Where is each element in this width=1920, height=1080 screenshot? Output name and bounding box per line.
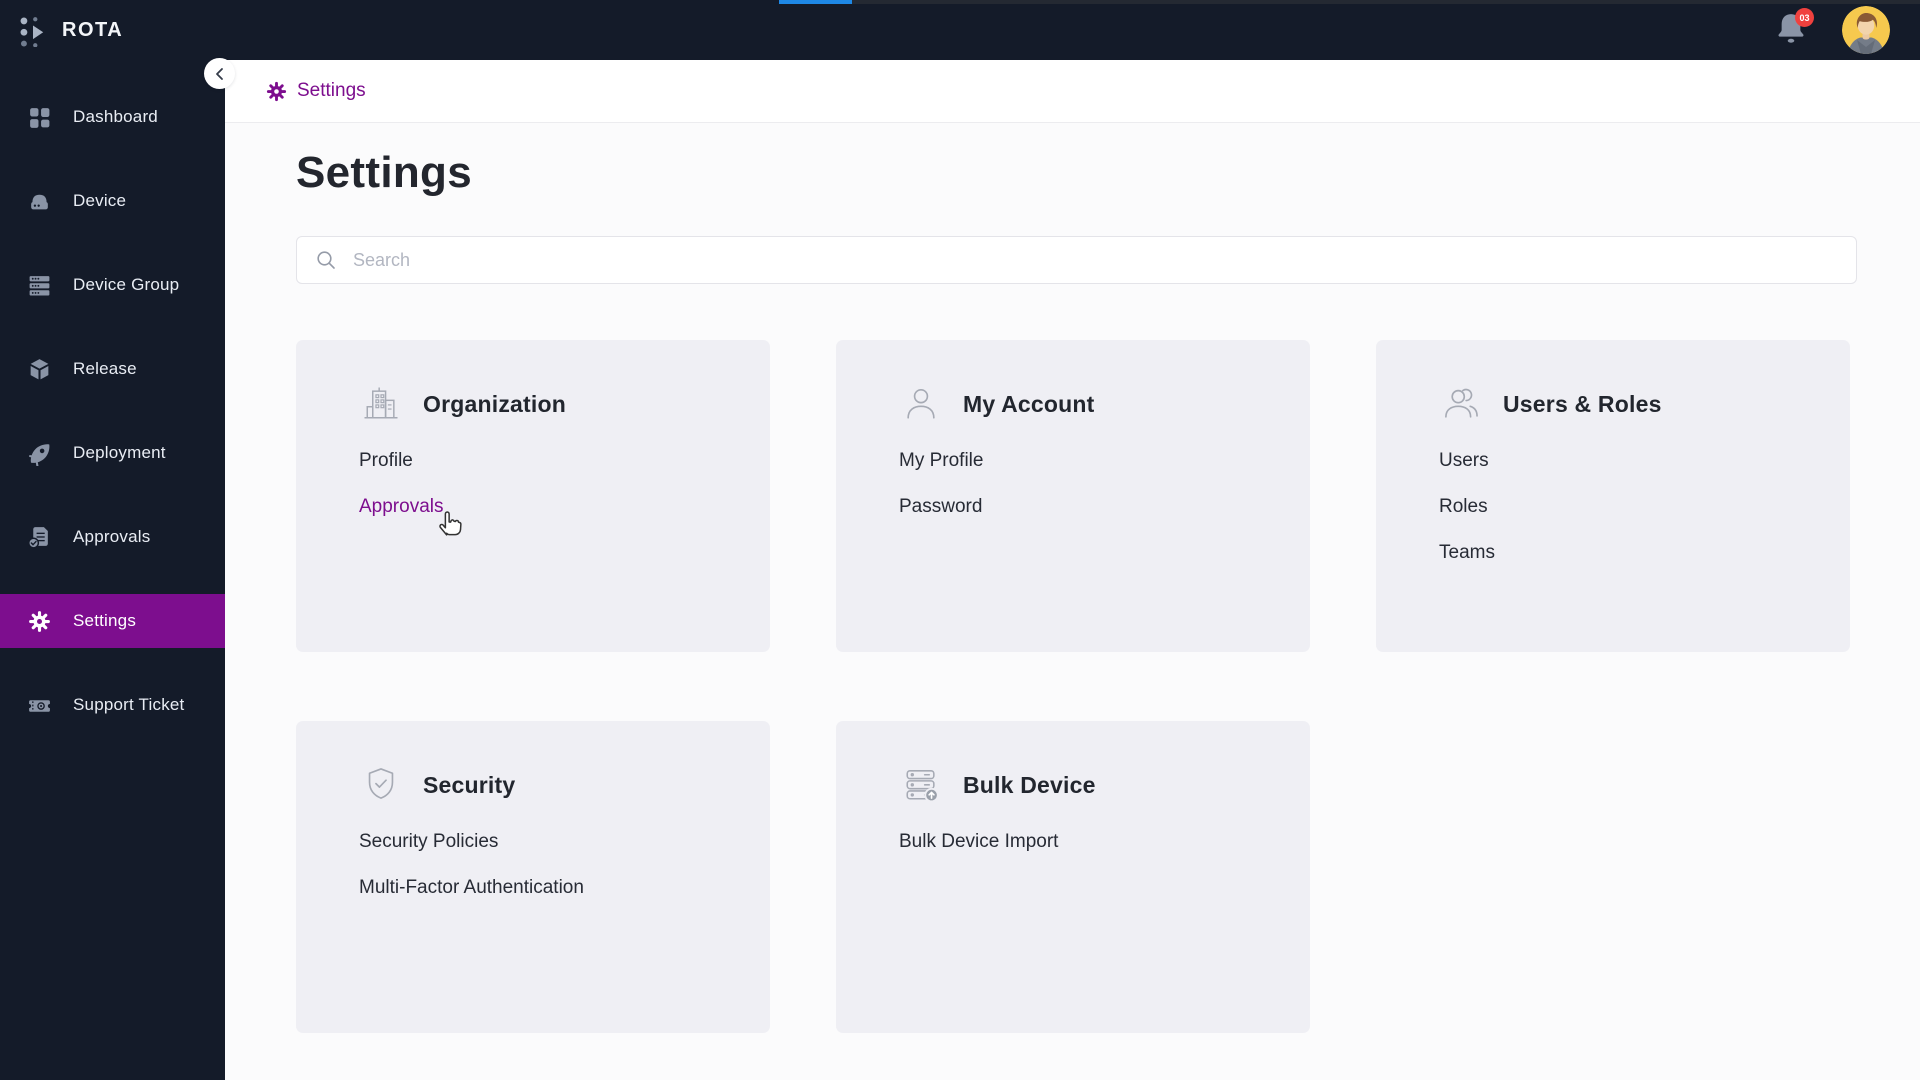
rocket-icon xyxy=(29,443,50,466)
card-title: Bulk Device xyxy=(963,771,1096,798)
link-roles[interactable]: Roles xyxy=(1439,484,1488,530)
avatar[interactable] xyxy=(1842,6,1890,54)
link-bulk-device-import[interactable]: Bulk Device Import xyxy=(899,819,1058,865)
link-approvals[interactable]: Approvals xyxy=(359,484,444,530)
sidebar-item-approvals[interactable]: Approvals xyxy=(0,510,225,564)
link-my-profile[interactable]: My Profile xyxy=(899,438,983,484)
card-security: Security Security Policies Multi-Factor … xyxy=(296,721,770,1033)
rota-logo-icon xyxy=(20,17,44,47)
sidebar-item-label: Dashboard xyxy=(73,107,158,126)
app-name: ROTA xyxy=(62,18,124,41)
breadcrumb[interactable]: Settings xyxy=(265,80,366,103)
notification-badge: 03 xyxy=(1795,8,1814,27)
link-mfa[interactable]: Multi-Factor Authentication xyxy=(359,865,584,911)
document-check-icon xyxy=(28,526,48,549)
card-title: Security xyxy=(423,771,516,798)
app-bar: Settings xyxy=(225,60,1920,123)
sidebar-item-label: Device Group xyxy=(73,275,180,294)
main-content: Settings Search Organization Profile App… xyxy=(225,123,1920,1080)
card-title: Organization xyxy=(423,390,566,417)
people-icon xyxy=(1445,388,1478,418)
gear-icon xyxy=(29,610,50,632)
sidebar-item-label: Deployment xyxy=(73,443,166,462)
link-security-policies[interactable]: Security Policies xyxy=(359,819,498,865)
app-logo: ROTA xyxy=(16,13,123,47)
breadcrumb-label: Settings xyxy=(297,80,366,101)
sidebar-item-device-group[interactable]: Device Group xyxy=(0,258,225,312)
search-icon xyxy=(317,251,335,269)
sidebar-item-release[interactable]: Release xyxy=(0,342,225,396)
avatar-image xyxy=(1842,6,1890,54)
sidebar-item-deployment[interactable]: Deployment xyxy=(0,426,225,480)
card-organization: Organization Profile Approvals xyxy=(296,340,770,652)
server-upload-icon xyxy=(906,770,939,803)
sidebar-item-settings[interactable]: Settings xyxy=(0,594,225,648)
sidebar-item-support-ticket[interactable]: Support Ticket xyxy=(0,678,225,732)
dashboard-icon xyxy=(30,107,50,128)
card-bulk-device: Bulk Device Bulk Device Import xyxy=(836,721,1310,1033)
card-my-account: My Account My Profile Password xyxy=(836,340,1310,652)
browser-tab-strip xyxy=(852,0,1920,4)
page-title: Settings xyxy=(296,148,472,197)
top-bar: ROTA 03 xyxy=(0,0,1920,60)
shield-check-icon xyxy=(368,768,394,799)
card-users-roles: Users & Roles Users Roles Teams xyxy=(1376,340,1850,652)
search-input[interactable] xyxy=(353,249,1838,271)
sidebar-item-label: Release xyxy=(73,359,137,378)
gear-icon xyxy=(266,81,287,101)
sidebar-collapse-button[interactable] xyxy=(204,58,235,89)
ticket-icon xyxy=(29,699,50,712)
sidebar-item-dashboard[interactable]: Dashboard xyxy=(0,90,225,144)
sidebar-item-label: Device xyxy=(73,191,127,210)
tab-indicator xyxy=(779,0,852,4)
sidebar-item-device[interactable]: Device xyxy=(0,174,225,228)
sidebar: Dashboard Device Device Group Release De… xyxy=(0,60,225,1080)
link-profile[interactable]: Profile xyxy=(359,438,413,484)
card-title: My Account xyxy=(963,390,1095,417)
building-icon xyxy=(364,387,398,419)
hard-drive-icon xyxy=(31,194,48,209)
server-stack-icon xyxy=(29,275,50,295)
search-bar xyxy=(296,236,1857,284)
sidebar-item-label: Settings xyxy=(73,611,137,630)
sidebar-item-label: Approvals xyxy=(73,527,151,546)
cube-icon xyxy=(30,358,49,379)
link-password[interactable]: Password xyxy=(899,484,982,530)
link-users[interactable]: Users xyxy=(1439,438,1489,484)
sidebar-item-label: Support Ticket xyxy=(73,695,185,714)
chevron-left-icon xyxy=(215,67,223,80)
card-title: Users & Roles xyxy=(1503,390,1662,417)
person-icon xyxy=(907,388,935,419)
link-teams[interactable]: Teams xyxy=(1439,530,1495,576)
notifications-button[interactable]: 03 xyxy=(1774,8,1816,52)
